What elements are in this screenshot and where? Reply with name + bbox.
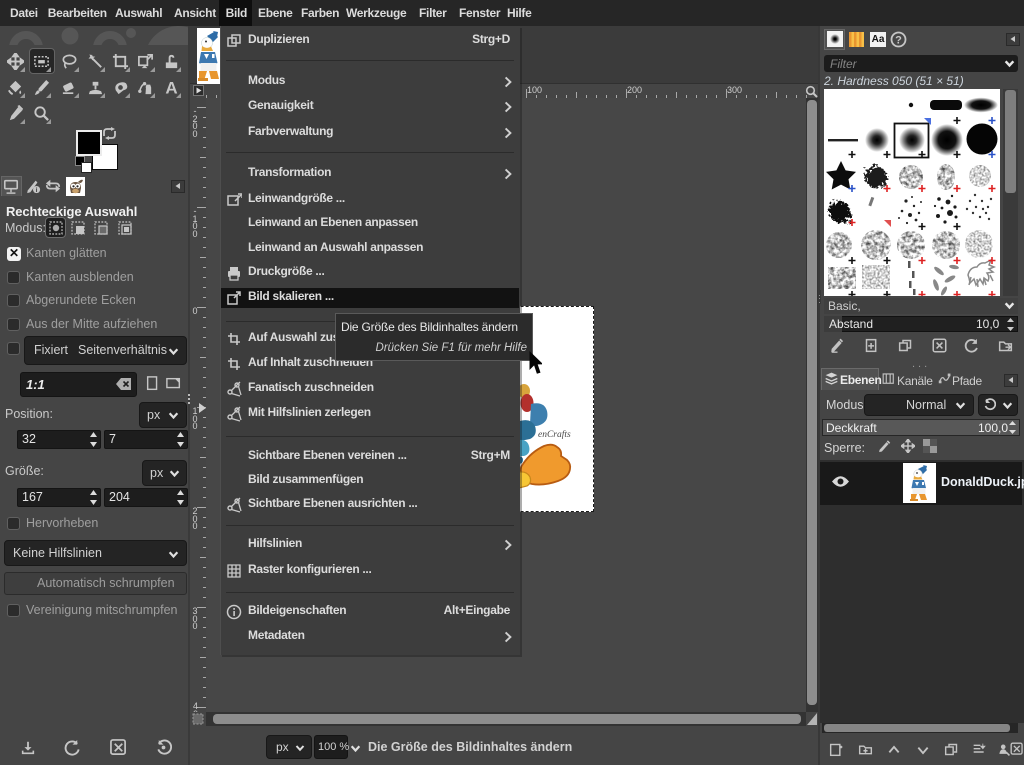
svg-text:i: i xyxy=(36,187,38,194)
svg-text:?: ? xyxy=(895,35,902,47)
svg-text:enCrafts: enCrafts xyxy=(538,429,571,440)
